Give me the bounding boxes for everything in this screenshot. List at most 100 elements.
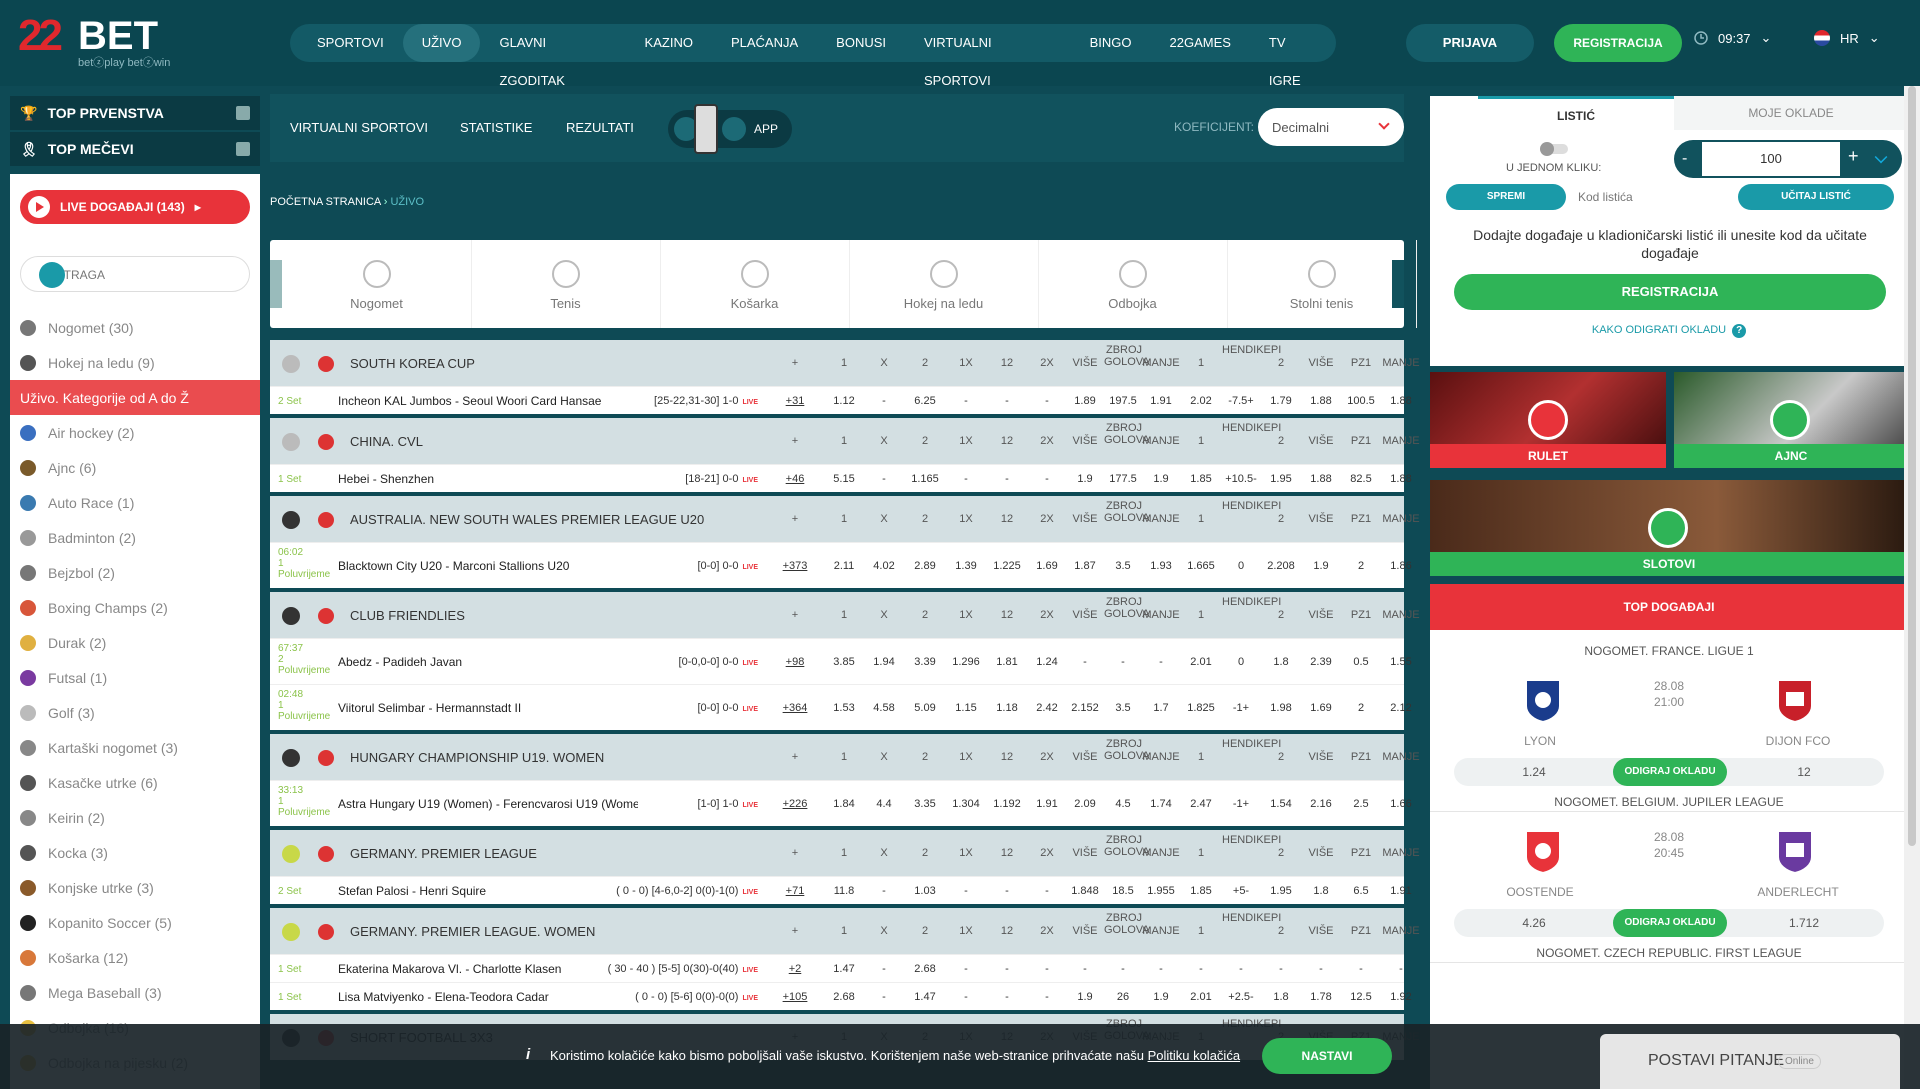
odd-cell[interactable]: 1.81 [988, 656, 1026, 668]
coefficient-select[interactable]: Decimalni [1258, 108, 1404, 146]
odd-cell[interactable]: 82.5 [1342, 473, 1380, 485]
odd-cell[interactable]: - [1028, 991, 1066, 1003]
page-scrollbar[interactable] [1904, 86, 1920, 1089]
odd-cell[interactable]: 1.39 [947, 560, 985, 572]
odd-cell[interactable]: - [865, 395, 903, 407]
odd-cell[interactable]: 4.02 [865, 560, 903, 572]
odd-cell[interactable]: 1.88 [1302, 395, 1340, 407]
nav-item-3[interactable]: KAZINO [626, 24, 712, 62]
roulette-banner[interactable]: RULET [1430, 372, 1666, 468]
odd-cell[interactable]: 2.47 [1182, 798, 1220, 810]
odd-cell[interactable]: 2 [1342, 560, 1380, 572]
sidebar-sport-7[interactable]: Bejzbol (2) [10, 555, 260, 590]
table-row[interactable]: 2 Set Incheon KAL Jumbos - Seoul Woori Ca… [270, 386, 1412, 414]
more-markets-link[interactable]: +373 [780, 560, 810, 572]
sport-tab-0[interactable]: Nogomet [282, 240, 472, 328]
odd-cell[interactable]: - [1342, 963, 1380, 975]
search-icon[interactable] [39, 262, 65, 288]
sidebar-sport-3[interactable]: Air hockey (2) [10, 415, 260, 450]
odd-cell[interactable]: 1.03 [906, 885, 944, 897]
sidebar-sport-18[interactable]: Košarka (12) [10, 940, 260, 975]
odd-cell[interactable]: 1.15 [947, 702, 985, 714]
odd-cell[interactable]: 4.58 [865, 702, 903, 714]
odd-cell[interactable]: - [1382, 963, 1420, 975]
odd-cell[interactable]: 2.11 [825, 560, 863, 572]
odd-cell[interactable]: - [1222, 963, 1260, 975]
odd-cell[interactable]: 1.91 [1382, 885, 1420, 897]
more-markets-link[interactable]: +98 [780, 656, 810, 668]
nav-item-5[interactable]: BONUSI [817, 24, 905, 62]
odd-cell[interactable]: - [1028, 473, 1066, 485]
odd-cell[interactable]: - [1142, 963, 1180, 975]
odd-cell[interactable]: 3.85 [825, 656, 863, 668]
table-row[interactable]: 33:13 1 Poluvrijeme Astra Hungary U19 (Wo… [270, 780, 1412, 826]
slots-banner[interactable]: SLOTOVI [1430, 480, 1908, 576]
odd-cell[interactable]: 1.24 [1028, 656, 1066, 668]
odd-cell[interactable]: 1.9 [1302, 560, 1340, 572]
more-markets-link[interactable]: +226 [780, 798, 810, 810]
match-teams[interactable]: Viitorul Selimbar - Hermannstadt II [338, 701, 638, 715]
sidebar-sport-13[interactable]: Kasačke utrke (6) [10, 765, 260, 800]
odd-cell[interactable]: 197.5 [1104, 395, 1142, 407]
table-row[interactable]: 06:02 1 Poluvrijeme Blacktown City U20 - … [270, 542, 1412, 588]
odd-cell[interactable]: 1.665 [1182, 560, 1220, 572]
game-group-header[interactable]: SOUTH KOREA CUP +1 X 2 1X 12 2X VIŠE ZBROJ GOLOV… [270, 340, 1420, 386]
sport-tab-5[interactable]: Stolni tenis [1227, 240, 1417, 328]
odd-cell[interactable]: 1.9 [1066, 473, 1104, 485]
odd-cell[interactable]: 1.93 [1142, 560, 1180, 572]
odd-cell[interactable]: 2.89 [906, 560, 944, 572]
clock[interactable]: 09:37 ⌄ [1694, 30, 1771, 46]
odd-cell[interactable]: 1.9 [1142, 473, 1180, 485]
table-row[interactable]: 02:48 1 Poluvrijeme Viitorul Selimbar - H… [270, 684, 1412, 730]
odd-cell[interactable]: 1.91 [1142, 395, 1180, 407]
sport-tab-2[interactable]: Košarka [660, 240, 850, 328]
sidebar-sport-9[interactable]: Durak (2) [10, 625, 260, 660]
table-row[interactable]: 1 Set Ekaterina Makarova Vl. - Charlotte … [270, 954, 1404, 982]
odd-cell[interactable]: -1+ [1222, 702, 1260, 714]
cookie-accept-button[interactable]: NASTAVI [1262, 1038, 1392, 1074]
odd-cell[interactable]: - [947, 963, 985, 975]
odd-cell[interactable]: 2.12 [1382, 702, 1420, 714]
tab-bet-slip[interactable]: LISTIĆ [1478, 96, 1674, 130]
odd-cell[interactable]: 177.5 [1104, 473, 1142, 485]
match-teams[interactable]: Stefan Palosi - Henri Squire [338, 884, 638, 898]
odd-cell[interactable]: 2 [1342, 702, 1380, 714]
odd-cell[interactable]: - [988, 395, 1026, 407]
sidebar-sport-0[interactable]: Nogomet (30) [10, 310, 260, 345]
match-teams[interactable]: Lisa Matviyenko - Elena-Teodora Cadar [338, 990, 638, 1004]
odd-cell[interactable]: 3.5 [1104, 702, 1142, 714]
odd-cell[interactable]: 1.12 [825, 395, 863, 407]
odd-cell[interactable]: 1.95 [1262, 473, 1300, 485]
odd-cell[interactable]: 1.87 [1066, 560, 1104, 572]
odd-cell[interactable]: +10.5- [1222, 473, 1260, 485]
odd-cell[interactable]: 1.8 [1262, 991, 1300, 1003]
language-select[interactable]: HR ⌄ [1814, 30, 1880, 46]
odd-cell[interactable]: 3.5 [1104, 560, 1142, 572]
game-group-header[interactable]: HUNGARY CHAMPIONSHIP U19. WOMEN +1 X 2 1X 12 2… [270, 734, 1420, 780]
odd-cell[interactable]: 2.01 [1182, 656, 1220, 668]
odd-cell[interactable]: 2.39 [1302, 656, 1340, 668]
sport-tab-4[interactable]: Odbojka [1038, 240, 1228, 328]
save-button[interactable]: SPREMI [1446, 184, 1566, 210]
sidebar-sport-10[interactable]: Futsal (1) [10, 660, 260, 695]
login-button[interactable]: PRIJAVA [1406, 24, 1534, 62]
stake-input[interactable]: 100 [1702, 142, 1840, 176]
odd-cell[interactable]: 1.94 [865, 656, 903, 668]
odd-cell[interactable]: 2.01 [1182, 991, 1220, 1003]
odd-cell[interactable]: 1.89 [1066, 395, 1104, 407]
sidebar-sport-16[interactable]: Konjske utrke (3) [10, 870, 260, 905]
odd-cell[interactable]: 3.35 [906, 798, 944, 810]
odd-cell[interactable]: - [988, 991, 1026, 1003]
top-championships-header[interactable]: 🏆 TOP PRVENSTVA [10, 96, 260, 130]
odd-cell[interactable]: 1.848 [1066, 885, 1104, 897]
odd-cell[interactable]: 1.8 [1302, 885, 1340, 897]
more-markets-link[interactable]: +31 [780, 395, 810, 407]
sidebar-sport-2[interactable]: Uživo. Kategorije od A do Ž [10, 380, 260, 415]
odd-cell[interactable]: 1.53 [825, 702, 863, 714]
sidebar-sport-5[interactable]: Auto Race (1) [10, 485, 260, 520]
odd-cell[interactable]: - [865, 991, 903, 1003]
odd-cell[interactable]: - [988, 963, 1026, 975]
how-to-bet-link[interactable]: KAKO ODIGRATI OKLADU? [1430, 324, 1908, 338]
odd-cell[interactable]: - [1028, 395, 1066, 407]
sidebar-sport-12[interactable]: Kartaški nogomet (3) [10, 730, 260, 765]
